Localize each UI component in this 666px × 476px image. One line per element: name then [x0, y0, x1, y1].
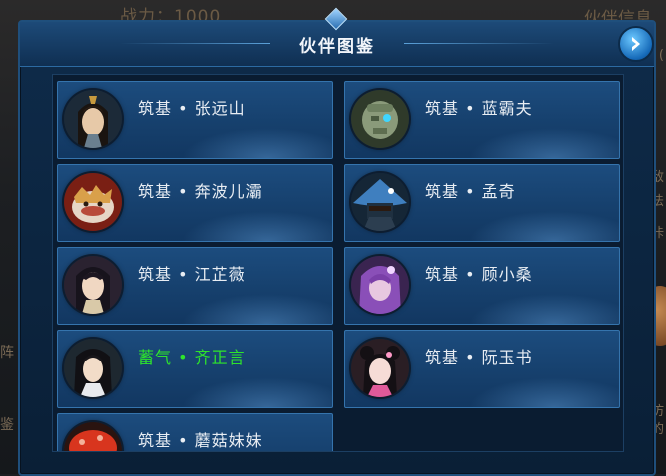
- next-page-button[interactable]: [618, 26, 654, 62]
- partner-avatar: [64, 90, 122, 148]
- mushroom-girl-icon: [64, 422, 122, 451]
- partner-avatar: [351, 339, 409, 397]
- partner-card-benbo-erba[interactable]: 筑基 • 奔波儿灞: [57, 164, 333, 242]
- partner-name: 筑基 • 阮玉书: [425, 348, 533, 367]
- partner-avatar: [64, 173, 122, 231]
- partner-card-jiang-zhiwei[interactable]: 筑基 • 江芷薇: [57, 247, 333, 325]
- partner-avatar: [351, 90, 409, 148]
- partner-avatar: [64, 256, 122, 314]
- partner-card-qi-zhengyan[interactable]: 蓄气 • 齐正言: [57, 330, 333, 408]
- partner-avatar: [64, 422, 122, 451]
- partner-codex-dialog: 伙伴图鉴 筑基 • 张远山 筑基 • 蓝霸夫 筑基 • 奔波儿灞 筑基 • 孟奇…: [18, 7, 656, 476]
- background-right-char: (: [658, 48, 664, 63]
- arrow-right-icon: [632, 37, 640, 51]
- scholar-icon: [64, 339, 122, 397]
- partner-name: 筑基 • 张远山: [138, 99, 246, 118]
- partner-name: 筑基 • 奔波儿灞: [138, 182, 263, 201]
- partner-name: 筑基 • 蘑菇妹妹: [138, 431, 263, 450]
- partner-avatar: [351, 173, 409, 231]
- purple-hair-girl-icon: [351, 256, 409, 314]
- straw-hat-icon: [351, 173, 409, 231]
- background-left-char: 阵: [0, 345, 14, 361]
- partner-card-gu-xiaosang[interactable]: 筑基 • 顾小桑: [344, 247, 620, 325]
- lady-icon: [64, 256, 122, 314]
- fish-demon-icon: [64, 173, 122, 231]
- partner-avatar: [64, 339, 122, 397]
- pink-girl-icon: [351, 339, 409, 397]
- partner-name: 筑基 • 蓝霸夫: [425, 99, 533, 118]
- partner-name: 蓄气 • 齐正言: [138, 348, 246, 367]
- partner-card-ruan-yushu[interactable]: 筑基 • 阮玉书: [344, 330, 620, 408]
- partner-name: 筑基 • 孟奇: [425, 182, 516, 201]
- partner-list[interactable]: 筑基 • 张远山 筑基 • 蓝霸夫 筑基 • 奔波儿灞 筑基 • 孟奇 筑基 •…: [52, 74, 624, 452]
- partner-card-lan-bafu[interactable]: 筑基 • 蓝霸夫: [344, 81, 620, 159]
- dialog-title-bar: 伙伴图鉴: [20, 7, 654, 67]
- stone-golem-icon: [351, 90, 409, 148]
- swordsman-icon: [64, 90, 122, 148]
- partner-name: 筑基 • 江芷薇: [138, 265, 246, 284]
- partner-card-meng-qi[interactable]: 筑基 • 孟奇: [344, 164, 620, 242]
- partner-avatar: [351, 256, 409, 314]
- partner-card-mogu-meimei[interactable]: 筑基 • 蘑菇妹妹: [57, 413, 333, 451]
- partner-card-zhang-yuanshan[interactable]: 筑基 • 张远山: [57, 81, 333, 159]
- background-left-char: 鉴: [0, 417, 14, 433]
- dialog-title: 伙伴图鉴: [299, 37, 375, 57]
- partner-name: 筑基 • 顾小桑: [425, 265, 533, 284]
